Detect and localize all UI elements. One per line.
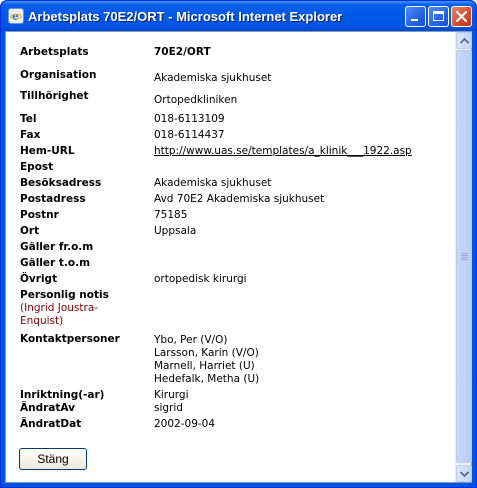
label-andrat-dat: ÄndratDat — [20, 418, 82, 430]
grip-line — [461, 253, 468, 254]
value-galler-tom — [154, 257, 412, 273]
row-fax: Fax 018-6114437 — [20, 129, 412, 145]
scroll-down-button[interactable] — [456, 465, 472, 482]
label-hem-url: Hem-URL — [20, 145, 75, 157]
value-postnr: 75185 — [154, 209, 188, 221]
maximize-button[interactable] — [428, 6, 449, 27]
row-ovrigt: Övrigt ortopedisk kirurgi — [20, 273, 412, 289]
row-organisation: Organisation Akademiska sjukhuset — [20, 69, 412, 90]
value-andrat-av: sigrid — [154, 402, 183, 414]
scroll-up-button[interactable] — [456, 32, 472, 49]
row-galler-from: Gäller fr.o.m — [20, 241, 412, 257]
info-table: Arbetsplats 70E2/ORT Organisation Akadem… — [20, 46, 412, 434]
label-kontaktpersoner: Kontaktpersoner — [20, 333, 120, 345]
row-galler-tom: Gäller t.o.m — [20, 257, 412, 273]
label-andrat-av: ÄndratAv — [20, 402, 75, 414]
label-organisation: Organisation — [20, 69, 97, 81]
value-epost — [154, 161, 412, 177]
row-ort: Ort Uppsala — [20, 225, 412, 241]
value-ort: Uppsala — [154, 225, 197, 237]
svg-text:e: e — [12, 10, 19, 22]
row-personlig-notis: Personlig notis (Ingrid Joustra-Enquist) — [20, 289, 412, 331]
label-postadress: Postadress — [20, 193, 86, 205]
close-window-button[interactable] — [451, 6, 472, 27]
label-fax: Fax — [20, 129, 41, 141]
grip-line — [461, 259, 468, 260]
label-ort: Ort — [20, 225, 40, 237]
row-besoksadress: Besöksadress Akademiska sjukhuset — [20, 177, 412, 193]
row-arbetsplats: Arbetsplats 70E2/ORT — [20, 46, 412, 69]
value-andrat-dat: 2002-09-04 — [154, 418, 216, 430]
label-tel: Tel — [20, 113, 37, 125]
label-personlig-notis: Personlig notis (Ingrid Joustra-Enquist) — [20, 289, 154, 331]
window-title: Arbetsplats 70E2/ORT - Microsoft Interne… — [28, 9, 343, 24]
content: Arbetsplats 70E2/ORT Organisation Akadem… — [6, 32, 456, 482]
ie-icon: e — [8, 8, 24, 24]
value-besoksadress: Akademiska sjukhuset — [154, 177, 272, 189]
contact-person: Hedefalk, Metha (U) — [154, 373, 260, 385]
scroll-thumb[interactable] — [456, 50, 472, 463]
chevron-down-icon — [460, 471, 469, 477]
row-inriktning: Inriktning(-ar) Kirurgi — [20, 386, 412, 402]
grip-line — [461, 257, 468, 258]
label-tillhorighet: Tillhörighet — [20, 90, 89, 102]
row-andrat-dat: ÄndratDat 2002-09-04 — [20, 418, 412, 434]
vertical-scrollbar[interactable] — [455, 32, 472, 482]
page-content-area: Arbetsplats 70E2/ORT Organisation Akadem… — [5, 31, 472, 483]
contact-person: Larsson, Karin (V/O) — [154, 347, 259, 359]
row-andrat-av: ÄndratAv sigrid — [20, 402, 412, 418]
label-arbetsplats: Arbetsplats — [20, 46, 89, 58]
contact-person: Ybo, Per (V/O) — [154, 334, 228, 346]
label-ovrigt: Övrigt — [20, 273, 58, 285]
title-bar[interactable]: e Arbetsplats 70E2/ORT - Microsoft Inter… — [1, 1, 476, 31]
value-arbetsplats: 70E2/ORT — [154, 46, 211, 58]
label-postnr: Postnr — [20, 209, 59, 221]
homepage-link[interactable]: http://www.uas.se/templates/a_klinik___1… — [154, 145, 412, 161]
label-galler-tom: Gäller t.o.m — [20, 257, 91, 269]
label-galler-from: Gäller fr.o.m — [20, 241, 94, 253]
row-kontaktpersoner: Kontaktpersoner Ybo, Per (V/O) Larsson, … — [20, 331, 412, 386]
value-postadress: Avd 70E2 Akademiska sjukhuset — [154, 193, 325, 205]
row-hem-url: Hem-URL http://www.uas.se/templates/a_kl… — [20, 145, 412, 161]
chevron-up-icon — [460, 38, 469, 44]
value-organisation: Akademiska sjukhuset — [154, 72, 272, 84]
row-tel: Tel 018-6113109 — [20, 113, 412, 129]
value-personlig-notis — [154, 289, 412, 331]
value-tillhorighet: Ortopedkliniken — [154, 94, 238, 106]
row-postadress: Postadress Avd 70E2 Akademiska sjukhuset — [20, 193, 412, 209]
row-epost: Epost — [20, 161, 412, 177]
grip-line — [461, 255, 468, 256]
personlig-notis-author: (Ingrid Joustra-Enquist) — [20, 302, 99, 327]
label-epost: Epost — [20, 161, 54, 173]
value-galler-from — [154, 241, 412, 257]
row-tillhorighet: Tillhörighet Ortopedkliniken — [20, 90, 412, 113]
row-postnr: Postnr 75185 — [20, 209, 412, 225]
browser-window: e Arbetsplats 70E2/ORT - Microsoft Inter… — [0, 0, 477, 488]
contact-person: Marnell, Harriet (U) — [154, 360, 255, 372]
minimize-button[interactable] — [405, 6, 426, 27]
value-inriktning: Kirurgi — [154, 389, 189, 401]
value-kontaktpersoner: Ybo, Per (V/O) Larsson, Karin (V/O) Marn… — [154, 331, 412, 386]
value-fax: 018-6114437 — [154, 129, 225, 141]
label-inriktning: Inriktning(-ar) — [20, 389, 105, 401]
value-ovrigt: ortopedisk kirurgi — [154, 273, 247, 285]
personlig-notis-label: Personlig notis — [20, 289, 109, 301]
value-tel: 018-6113109 — [154, 113, 225, 125]
close-button[interactable]: Stäng — [19, 448, 87, 470]
label-besoksadress: Besöksadress — [20, 177, 102, 189]
